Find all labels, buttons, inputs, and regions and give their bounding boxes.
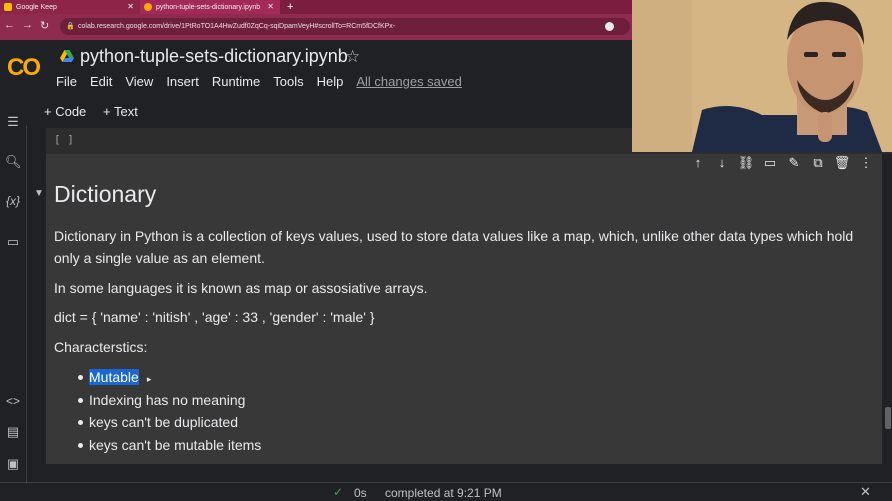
close-icon[interactable]: ✕ <box>860 484 871 500</box>
more-options-icon[interactable]: ⋮ <box>854 155 878 171</box>
close-icon[interactable]: ✕ <box>127 2 134 11</box>
google-account-icon[interactable] <box>605 22 614 31</box>
add-code-button[interactable]: + Code <box>44 104 86 119</box>
lock-icon: 🔒 <box>66 23 75 30</box>
menu-bar: File Edit View Insert Runtime Tools Help… <box>56 74 475 89</box>
menu-view[interactable]: View <box>125 74 153 89</box>
colab-icon <box>144 3 152 11</box>
section-heading: Dictionary <box>54 181 157 207</box>
google-drive-icon <box>60 50 74 62</box>
menu-tools[interactable]: Tools <box>273 74 303 89</box>
notebook-title[interactable]: python-tuple-sets-dictionary.ipynb <box>80 46 348 67</box>
execution-status: completed at 9:21 PM <box>385 486 502 500</box>
search-icon[interactable]: 🔍︎ <box>5 154 22 170</box>
characteristics-list: Mutable ▸ Indexing has no meaning keys ca… <box>54 366 261 456</box>
menu-edit[interactable]: Edit <box>90 74 112 89</box>
left-sidebar: ☰ 🔍︎ {x} ▭ <> ▤ ▣ <box>0 96 27 482</box>
terminal-icon[interactable]: ▣ <box>5 456 21 472</box>
description-paragraph: Dictionary in Python is a collection of … <box>54 228 854 266</box>
presenter-video <box>632 0 892 152</box>
example-paragraph: dict = { 'name' : 'nitish' , 'age' : 33 … <box>54 309 375 325</box>
list-item: keys can't be mutable items <box>54 434 261 457</box>
webcam-overlay <box>632 0 892 152</box>
execution-duration: 0s <box>354 486 367 500</box>
run-cell-prompt[interactable]: [ ] <box>54 133 74 146</box>
list-item: Mutable ▸ <box>54 366 261 389</box>
forward-arrow-icon[interactable]: → <box>22 19 33 31</box>
browser-tab-colab[interactable]: python-tuple-sets-dictionary.ipynb ✕ <box>140 0 280 14</box>
delete-icon[interactable]: 🗑︎ <box>830 155 854 171</box>
link-icon[interactable]: ⛓ <box>734 155 758 171</box>
tab-title: Google Keep <box>16 3 57 11</box>
address-bar[interactable]: 🔒 colab.research.google.com/drive/1PtRoT… <box>60 18 630 35</box>
collapse-section-icon[interactable]: ▼ <box>34 188 44 199</box>
menu-runtime[interactable]: Runtime <box>212 74 260 89</box>
reload-icon[interactable]: ↻ <box>40 19 49 32</box>
mouse-cursor-icon: ▸ <box>146 374 152 384</box>
list-item: Indexing has no meaning <box>54 389 261 412</box>
add-text-button[interactable]: + Text <box>103 104 138 119</box>
variables-icon[interactable]: {x} <box>5 194 21 208</box>
colab-logo[interactable]: CO <box>7 54 41 82</box>
browser-tab-google-keep[interactable]: Google Keep ✕ <box>0 0 140 14</box>
tab-title: python-tuple-sets-dictionary.ipynb <box>156 3 261 11</box>
menu-file[interactable]: File <box>56 74 77 89</box>
cell-toolbar: ↑ ↓ ⛓ ▭ ✎ ⧉ 🗑︎ ⋮ <box>686 155 878 171</box>
move-up-icon[interactable]: ↑ <box>686 155 710 171</box>
scrollbar-thumb[interactable] <box>885 407 891 429</box>
menu-help[interactable]: Help <box>317 74 344 89</box>
command-palette-icon[interactable]: ▤ <box>5 424 21 440</box>
status-bar: ✓ 0s completed at 9:21 PM ✕ <box>0 482 892 501</box>
back-arrow-icon[interactable]: ← <box>4 19 15 31</box>
folder-icon[interactable]: ▭ <box>5 234 21 250</box>
alias-paragraph: In some languages it is known as map or … <box>54 280 428 296</box>
close-icon[interactable]: ✕ <box>267 2 274 11</box>
new-tab-button[interactable]: + <box>287 0 293 14</box>
mirror-cell-icon[interactable]: ⧉ <box>806 155 830 171</box>
save-status-link[interactable]: All changes saved <box>356 74 462 89</box>
menu-insert[interactable]: Insert <box>166 74 199 89</box>
star-icon[interactable]: ☆ <box>345 47 360 67</box>
table-of-contents-icon[interactable]: ☰ <box>5 114 21 130</box>
selected-text: Mutable <box>89 369 139 385</box>
move-down-icon[interactable]: ↓ <box>710 155 734 171</box>
list-item: keys can't be duplicated <box>54 411 261 434</box>
code-snippets-icon[interactable]: <> <box>5 394 21 408</box>
edit-icon[interactable]: ✎ <box>782 155 806 171</box>
check-icon: ✓ <box>333 485 344 499</box>
google-keep-icon <box>4 3 12 11</box>
url-text: colab.research.google.com/drive/1PtRoTO1… <box>78 23 396 30</box>
characteristics-label: Characterstics: <box>54 339 148 355</box>
comment-icon[interactable]: ▭ <box>758 155 782 171</box>
